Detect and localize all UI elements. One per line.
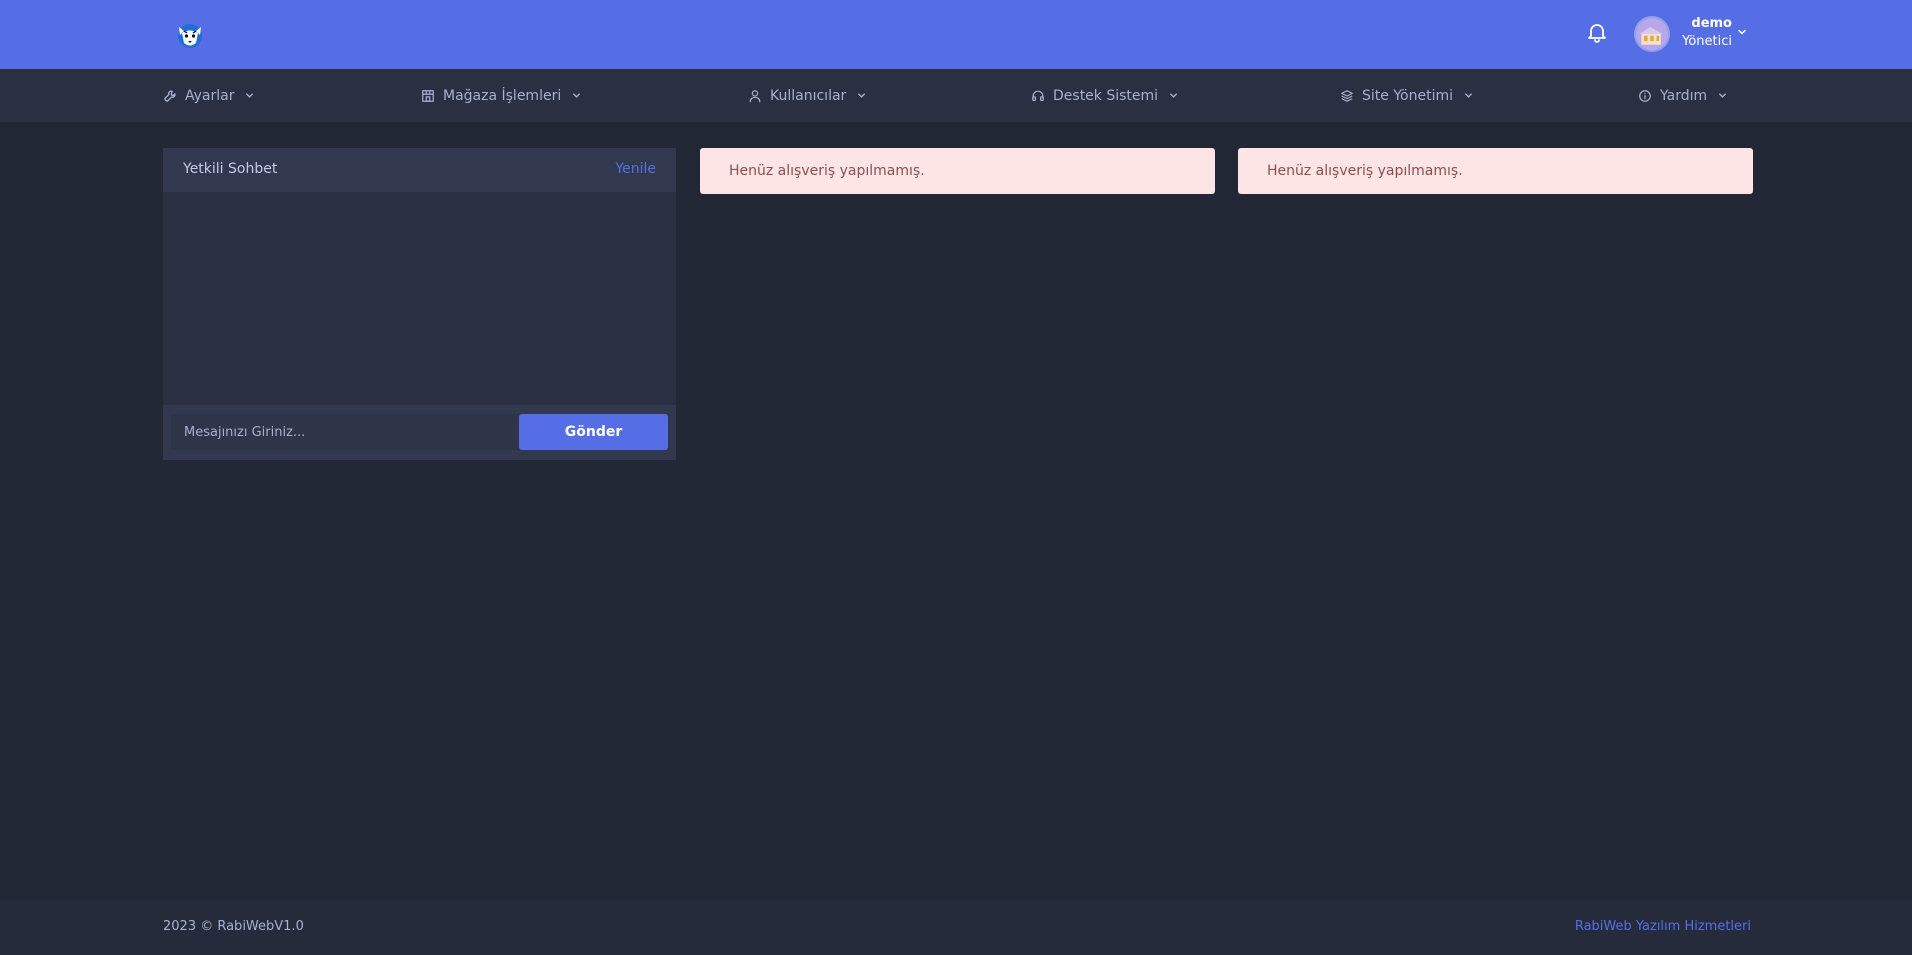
chat-header: Yetkili Sohbet Yenile (163, 148, 676, 192)
nav-label: Mağaza İşlemleri (443, 87, 562, 104)
wrench-icon (164, 89, 176, 102)
nav-item-site-yonetimi[interactable]: Site Yönetimi (1340, 69, 1474, 122)
chat-footer: Gönder (163, 405, 676, 460)
footer-copyright: 2023 © RabiWebV1.0 (163, 919, 304, 934)
footer-company-link[interactable]: RabiWeb Yazılım Hizmetleri (1575, 919, 1751, 934)
empty-orders-alert: Henüz alışveriş yapılmamış. (1238, 148, 1753, 194)
user-name: demo (1691, 16, 1732, 31)
nav-item-magaza[interactable]: Mağaza İşlemleri (421, 69, 582, 122)
avatar (1634, 16, 1670, 52)
chat-refresh-link[interactable]: Yenile (615, 161, 656, 177)
user-icon (749, 89, 761, 102)
chat-card: Yetkili Sohbet Yenile Gönder (163, 148, 676, 460)
user-menu[interactable]: demo Yönetici (1630, 14, 1755, 54)
nav-item-destek[interactable]: Destek Sistemi (1031, 69, 1179, 122)
nav-label: Destek Sistemi (1053, 87, 1159, 104)
nav-label: Kullanıcılar (770, 87, 847, 104)
chevron-down-icon (1738, 29, 1746, 35)
chevron-down-icon (1465, 93, 1472, 98)
chevron-down-icon (246, 93, 254, 98)
nav-item-yardim[interactable]: Yardım (1638, 69, 1728, 122)
chevron-down-icon (573, 93, 581, 98)
store-icon (422, 89, 434, 102)
send-button[interactable]: Gönder (519, 414, 668, 450)
chevron-down-icon (858, 93, 866, 98)
chat-title: Yetkili Sohbet (183, 161, 278, 177)
topbar: demo Yönetici (0, 0, 1912, 69)
footer: 2023 © RabiWebV1.0 RabiWeb Yazılım Hizme… (0, 900, 1912, 955)
empty-orders-alert: Henüz alışveriş yapılmamış. (700, 148, 1215, 194)
bell-icon[interactable] (1585, 20, 1609, 44)
layers-icon (1341, 89, 1353, 102)
chevron-down-icon (1719, 93, 1727, 98)
nav-item-kullanicilar[interactable]: Kullanıcılar (748, 69, 867, 122)
nav-label: Ayarlar (185, 87, 235, 104)
nav-label: Yardım (1660, 87, 1708, 104)
nav-item-ayarlar[interactable]: Ayarlar (163, 69, 255, 122)
chevron-down-icon (1170, 93, 1177, 98)
headset-icon (1032, 90, 1044, 101)
info-icon (1639, 89, 1651, 102)
main-nav: Ayarlar Mağaza İşlemleri Kullanıcılar De… (0, 69, 1912, 122)
user-role: Yönetici (1682, 34, 1732, 49)
tiger-logo-icon[interactable] (174, 19, 206, 51)
chat-messages[interactable] (163, 192, 676, 405)
nav-label: Site Yönetimi (1362, 87, 1453, 104)
